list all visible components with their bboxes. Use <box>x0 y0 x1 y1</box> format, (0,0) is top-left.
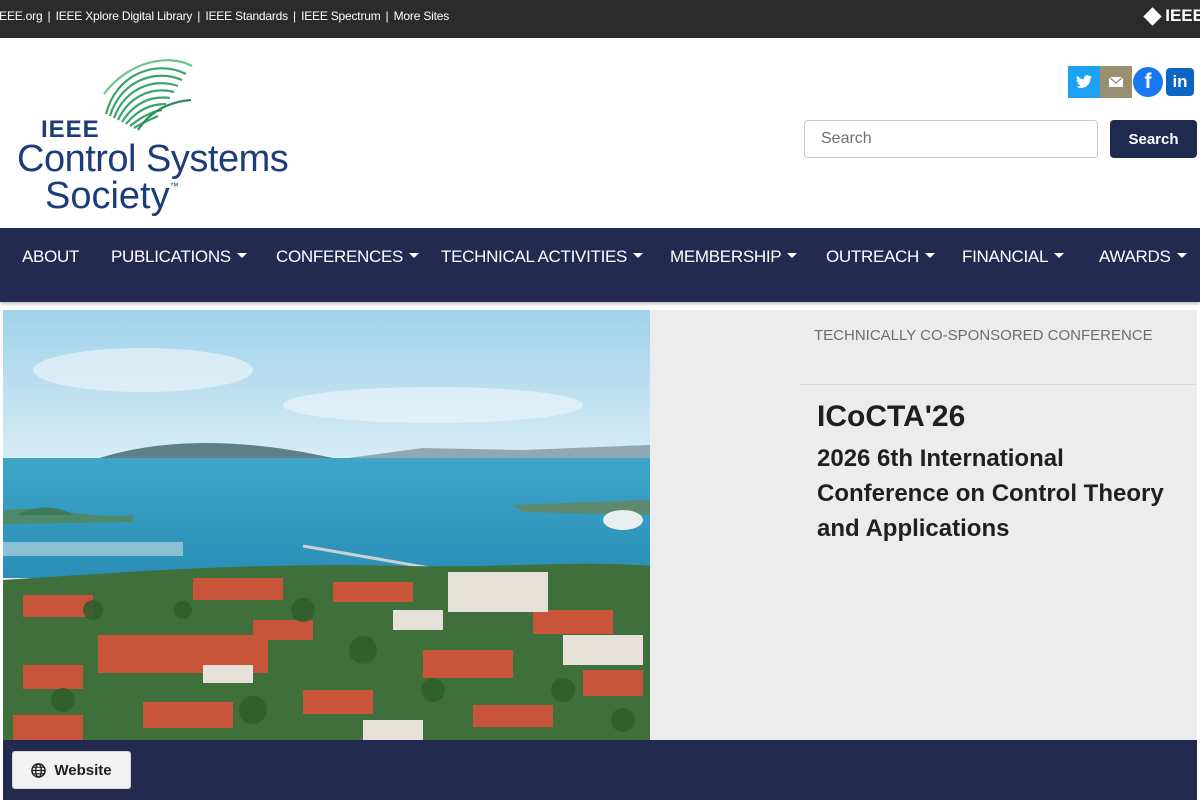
meta-links: IEEE.org | IEEE Xplore Digital Library | IEE… <box>0 0 449 32</box>
nav-label: ABOUT <box>22 247 80 266</box>
ieee-diamond-icon <box>1143 6 1162 26</box>
ieee-brand-text: IEEE <box>1165 6 1200 25</box>
caret-down-icon <box>1176 253 1187 259</box>
twitter-icon[interactable] <box>1068 66 1100 98</box>
ieee-meta-bar: IEEE.org | IEEE Xplore Digital Library | IEE… <box>0 0 1200 38</box>
meta-link-ieee-org[interactable]: IEEE.org <box>0 9 43 23</box>
conference-city-photo <box>3 310 650 740</box>
nav-item-membership[interactable]: MEMBERSHIP <box>670 228 798 286</box>
nav-label: OUTREACH <box>826 247 919 266</box>
meta-link-spectrum[interactable]: IEEE Spectrum <box>301 9 381 23</box>
search-button[interactable]: Search <box>1110 120 1197 158</box>
caret-down-icon <box>633 253 644 259</box>
nav-label: CONFERENCES <box>276 247 404 266</box>
caret-down-icon <box>925 253 935 259</box>
feature-action-bar <box>3 740 1197 800</box>
logo-society-word: Society <box>45 175 170 217</box>
coastal-city-image <box>3 310 650 740</box>
ieee-brand-logo[interactable]: IEEE <box>1143 0 1200 32</box>
twitter-bird-glyph <box>1076 75 1092 89</box>
conference-title: 2026 6th International Conference on Con… <box>817 445 1164 542</box>
nav-item-conferences[interactable]: CONFERENCES <box>276 228 420 286</box>
caret-down-icon <box>236 253 247 259</box>
feature-divider <box>800 384 1197 385</box>
css-logo[interactable]: IEEE Control Systems Society™ <box>14 54 314 224</box>
main-nav: ABOUT PUBLICATIONS CONFERENCES TECHNICAL… <box>0 228 1200 302</box>
nav-label: TECHNICAL ACTIVITIES <box>441 247 628 266</box>
search-input[interactable] <box>804 120 1098 158</box>
nav-item-publications[interactable]: PUBLICATIONS <box>111 228 247 286</box>
nav-item-about[interactable]: ABOUT <box>22 228 79 286</box>
nav-item-outreach[interactable]: OUTREACH <box>826 228 935 286</box>
nav-item-awards[interactable]: AWARDS <box>1099 228 1187 286</box>
logo-society-text: Society™ <box>45 175 179 218</box>
linkedin-icon[interactable]: in <box>1164 66 1196 98</box>
social-links: f in <box>1068 66 1196 98</box>
website-button[interactable]: Website <box>12 751 131 789</box>
email-icon[interactable] <box>1100 66 1132 98</box>
linkedin-square: in <box>1166 68 1194 96</box>
caret-down-icon <box>409 253 420 259</box>
meta-link-xplore[interactable]: IEEE Xplore Digital Library <box>56 9 193 23</box>
meta-link-more-sites[interactable]: More Sites <box>394 9 450 23</box>
globe-icon <box>31 762 47 778</box>
caret-down-icon <box>1054 253 1065 259</box>
nav-label: PUBLICATIONS <box>111 247 231 266</box>
nav-item-technical-activities[interactable]: TECHNICAL ACTIVITIES <box>441 228 644 286</box>
nav-item-financial[interactable]: FINANCIAL <box>962 228 1065 286</box>
nav-label: AWARDS <box>1099 247 1171 266</box>
caret-down-icon <box>787 253 798 259</box>
facebook-icon[interactable]: f <box>1132 66 1164 98</box>
trademark-mark: ™ <box>169 181 179 191</box>
nav-label: FINANCIAL <box>962 247 1049 266</box>
swirl-logo-icon <box>103 59 193 131</box>
website-button-label: Website <box>54 761 112 779</box>
conference-type-badge: TECHNICALLY CO-SPONSORED CONFERENCE <box>814 327 1153 344</box>
facebook-circle: f <box>1133 67 1163 97</box>
site-header: IEEE Control Systems Society™ f in Searc… <box>0 38 1200 228</box>
meta-link-standards[interactable]: IEEE Standards <box>205 9 288 23</box>
envelope-glyph <box>1109 77 1123 87</box>
conference-acronym: ICoCTA'26 <box>817 400 966 433</box>
nav-label: MEMBERSHIP <box>670 247 782 266</box>
